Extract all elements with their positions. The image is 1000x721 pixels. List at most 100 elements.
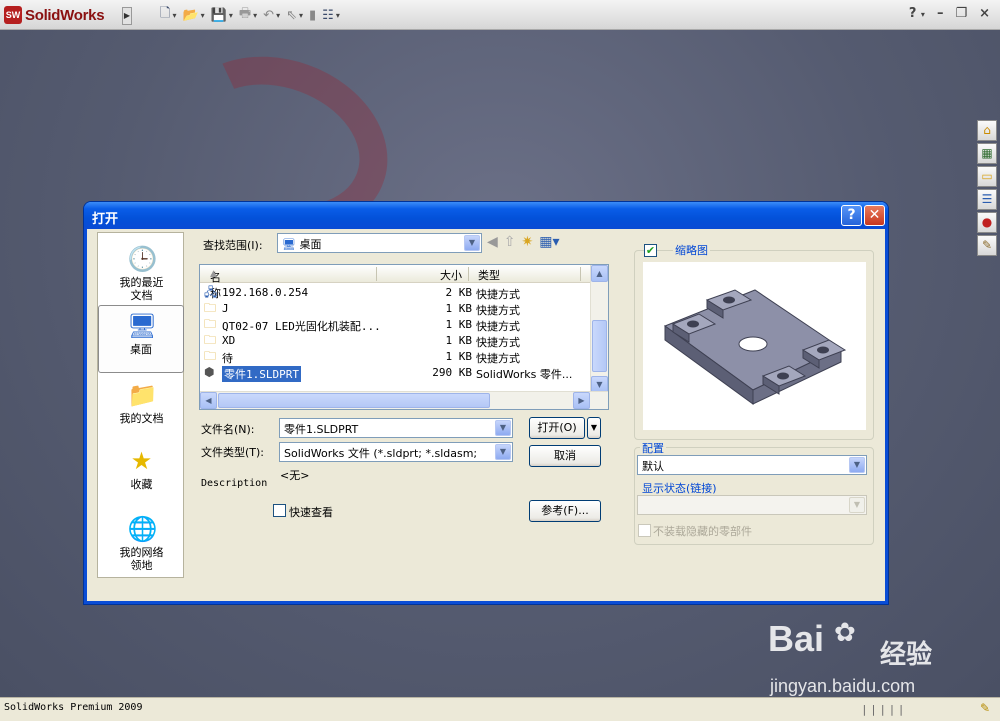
my-documents-icon: 📁 [127,381,158,409]
dialog-close-button[interactable]: ✕ [864,205,885,226]
scroll-left-icon[interactable]: ◀ [200,392,217,409]
status-text: SolidWorks Premium 2009 [4,702,143,713]
scroll-right-icon[interactable]: ▶ [573,392,590,409]
file-name: QT02-07 LED光固化机装配... [222,320,381,333]
file-name-label: 文件名(N): [201,423,255,436]
file-row[interactable]: 🗀 QT02-07 LED光固化机装配... 1 KB 快捷方式 [202,317,588,333]
file-type: 快捷方式 [476,304,520,317]
hidden-components-checkbox[interactable] [638,524,651,537]
navigation-toolbar: ◀ ⇧ ✷ ▦▾ [487,234,560,250]
file-row[interactable]: 🗀 XD 1 KB 快捷方式 [202,333,588,349]
open-icon: 📂 [182,7,199,23]
chevron-down-icon: ▾ [200,10,205,20]
help-icon: ? [908,6,917,21]
browse-button[interactable]: 参考(F)... [529,500,601,522]
chevron-down-icon: ▾ [920,10,925,19]
open-document-button[interactable]: 📂 ▾ [182,5,204,25]
open-file-dialog: 打开 ? ✕ 🕒 我的最近 文档 🖥 桌面 📁 我的文档 ★ 收藏 🌐 我的网络… [84,202,888,604]
rebuild-button[interactable]: ▮ [309,5,316,25]
print-icon: 🖶 [238,6,252,21]
place-label: 我的网络 领地 [119,546,164,572]
file-row[interactable]: 🖧 192.168.0.254 2 KB 快捷方式 [202,285,588,301]
look-in-dropdown[interactable]: 🖥 桌面 ▼ [277,233,482,253]
logo-mark: SW [4,6,22,24]
display-state-dropdown[interactable]: ▼ [637,495,867,515]
file-size: 2 KB [445,286,473,299]
up-folder-icon[interactable]: ⇧ [504,234,516,250]
view-palette-icon[interactable]: ☰ [977,189,997,210]
close-window-button[interactable]: × [979,6,990,21]
undo-button[interactable]: ↶ ▾ [263,5,280,25]
dialog-title-bar[interactable]: 打开 ? ✕ [84,202,888,229]
place-network[interactable]: 🌐 我的网络 领地 [98,509,185,577]
chevron-down-icon: ▾ [335,10,340,20]
file-type: SolidWorks 零件... [476,368,573,381]
home-icon[interactable]: ⌂ [977,120,997,141]
file-row[interactable]: 🗀 待 1 KB 快捷方式 [202,349,588,365]
column-divider[interactable] [580,267,581,281]
solidworks-logo[interactable]: SW SolidWorks [4,5,105,25]
restore-button[interactable]: ❐ [955,6,967,21]
file-row-selected[interactable]: ⬢ 零件1.SLDPRT 290 KB SolidWorks 零件... [202,365,588,382]
scroll-up-icon[interactable]: ▲ [591,265,608,282]
file-type-label: 文件类型(T): [201,446,265,459]
save-button[interactable]: 💾 ▾ [211,5,233,25]
thumbnail-label: 缩略图 [673,242,710,258]
sort-ascending-icon: ▲ [210,269,217,279]
hidden-components-label: 不装载隐藏的零部件 [653,525,752,538]
place-desktop[interactable]: 🖥 桌面 [98,305,184,373]
configuration-dropdown[interactable]: 默认 ▼ [637,455,867,475]
rebuild-status-icon[interactable]: ✎ [980,701,990,715]
look-in-label: 查找范围(I): [203,239,263,252]
options-button[interactable]: ☷ ▾ [322,5,340,25]
select-icon: ⇖ [286,7,297,23]
file-name-input[interactable]: 零件1.SLDPRT ▼ [279,418,513,438]
chevron-down-icon: ▼ [495,444,511,460]
appearances-icon[interactable]: ● [977,212,997,233]
horizontal-scrollbar[interactable]: ◀ ▶ [200,391,608,409]
print-button[interactable]: 🖶 ▾ [239,5,257,25]
place-label: 我的文档 [119,412,164,425]
file-type: 快捷方式 [476,288,520,301]
cancel-button[interactable]: 取消 [529,445,601,467]
quick-view-label: 快速查看 [289,506,333,519]
minimize-button[interactable]: – [937,6,944,21]
column-divider[interactable] [468,267,469,281]
open-button[interactable]: 打开(O) [529,417,585,439]
app-toolbar: SW SolidWorks ▶ 🗋 ▾ 📂 ▾ 💾 ▾ 🖶 ▾ ↶ ▾ ⇖ ▾ ▮ ☷ ▾ ?… [0,0,1000,30]
place-label: 桌面 [130,343,152,356]
place-favorites[interactable]: ★ 收藏 [98,441,185,509]
dialog-help-button[interactable]: ? [841,205,862,226]
select-button[interactable]: ⇖ ▾ [286,5,303,25]
new-document-button[interactable]: 🗋 ▾ [160,5,176,25]
quick-view-checkbox[interactable] [273,504,286,517]
file-explorer-icon[interactable]: ▭ [977,166,997,187]
file-type: 快捷方式 [476,352,520,365]
vertical-scrollbar[interactable]: ▲ ▼ [590,265,608,393]
place-my-documents[interactable]: 📁 我的文档 [98,375,185,443]
file-size: 1 KB [445,334,473,347]
column-header-size[interactable]: 大小 [440,267,462,283]
chevron-down-icon: ▼ [849,457,865,473]
view-menu-icon[interactable]: ▦▾ [539,234,559,250]
file-row[interactable]: 🗀 J 1 KB 快捷方式 [202,301,588,317]
scroll-thumb[interactable] [592,320,607,372]
new-folder-icon[interactable]: ✷ [522,234,534,250]
design-library-icon[interactable]: ▦ [977,143,997,164]
chevron-down-icon: ▾ [172,10,177,20]
help-menu-button[interactable]: ? ▾ [909,6,925,21]
menu-expand-arrow-icon[interactable]: ▶ [122,7,132,25]
back-icon[interactable]: ◀ [487,234,498,250]
file-type-dropdown[interactable]: SolidWorks 文件 (*.sldprt; *.sldasm; ▼ [279,442,513,462]
scroll-thumb[interactable] [218,393,490,408]
description-label: Description [201,478,268,489]
cancel-button-label: 取消 [554,449,576,462]
column-header-type[interactable]: 类型 [478,267,500,283]
place-recent-documents[interactable]: 🕒 我的最近 文档 [98,239,185,307]
file-name: 零件1.SLDPRT [222,366,301,382]
desktop-icon: 🖥 [127,312,158,340]
column-divider[interactable] [376,267,377,281]
thumbnail-checkbox[interactable]: ✔ [644,244,657,257]
custom-properties-icon[interactable]: ✎ [977,235,997,256]
open-options-dropdown[interactable]: ▼ [587,417,601,439]
